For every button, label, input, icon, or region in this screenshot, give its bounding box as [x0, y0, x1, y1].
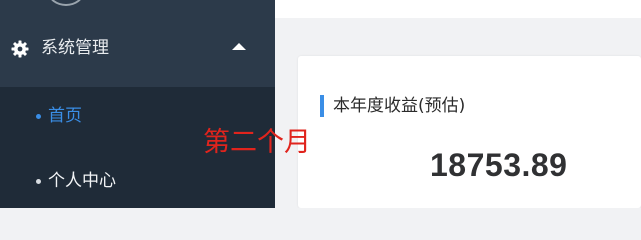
card-value: 18753.89	[430, 147, 568, 183]
avatar	[48, 0, 84, 6]
app-root: 系统管理 首页 个人中心 本年度收益(预估) 18753.89 第二个月	[0, 0, 641, 208]
annual-revenue-card: 本年度收益(预估) 18753.89	[298, 56, 641, 208]
bullet-icon	[36, 114, 41, 119]
bullet-icon	[36, 179, 41, 184]
sidebar-item-personal-center[interactable]: 个人中心	[0, 152, 275, 208]
sidebar-group-system-management[interactable]: 系统管理	[0, 20, 275, 77]
sidebar: 系统管理 首页 个人中心	[0, 0, 275, 208]
card-title: 本年度收益(预估)	[333, 96, 466, 116]
gear-icon	[11, 40, 29, 58]
sidebar-item-label: 个人中心	[48, 171, 116, 191]
header-bar	[275, 0, 641, 18]
sidebar-group-label: 系统管理	[41, 38, 109, 58]
annotation-text: 第二个月	[203, 127, 311, 158]
caret-up-icon	[232, 43, 246, 50]
card-title-accent	[320, 95, 324, 117]
sidebar-item-label: 首页	[48, 106, 82, 126]
